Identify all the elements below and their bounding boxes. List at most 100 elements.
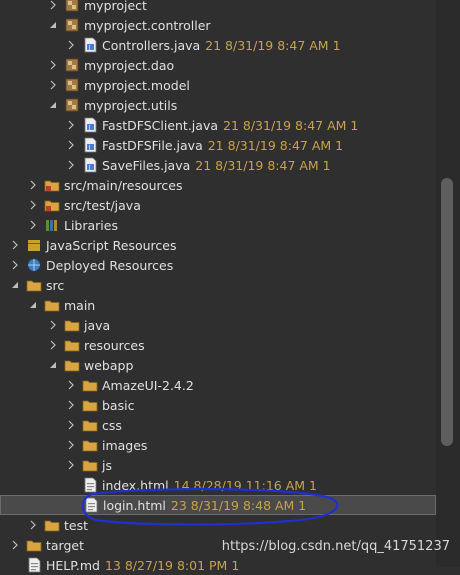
- tree-item-controllers-java[interactable]: J Controllers.java 21 8/31/19 8:47 AM 1: [0, 35, 436, 55]
- tree-item-savefiles-java[interactable]: J SaveFiles.java 21 8/31/19 8:47 AM 1: [0, 155, 436, 175]
- tree-item-myproject-utils[interactable]: myproject.utils: [0, 95, 436, 115]
- collapsed-arrow-icon[interactable]: [64, 398, 78, 412]
- collapsed-arrow-icon[interactable]: [64, 458, 78, 472]
- vertical-scrollbar[interactable]: [436, 0, 460, 567]
- tree-item-java[interactable]: java: [0, 315, 436, 335]
- tree-item-src[interactable]: src: [0, 275, 436, 295]
- tree-item-js[interactable]: js: [0, 455, 436, 475]
- collapsed-arrow-icon[interactable]: [64, 438, 78, 452]
- collapsed-arrow-icon[interactable]: [8, 258, 22, 272]
- tree-item-webapp[interactable]: webapp: [0, 355, 436, 375]
- collapsed-arrow-icon[interactable]: [46, 338, 60, 352]
- collapsed-arrow-icon[interactable]: [26, 518, 40, 532]
- svg-text:J: J: [88, 44, 91, 51]
- collapsed-arrow-icon[interactable]: [46, 58, 60, 72]
- collapsed-arrow-icon[interactable]: [26, 198, 40, 212]
- tree-item-myproject-controller[interactable]: myproject.controller: [0, 15, 436, 35]
- tree-item-css[interactable]: css: [0, 415, 436, 435]
- project-explorer-tree[interactable]: myproject myproject.controller J Controller…: [0, 0, 436, 573]
- tree-item-login-html[interactable]: login.html 23 8/31/19 8:48 AM 1: [0, 495, 436, 515]
- deployed-resources-icon: [26, 257, 42, 273]
- expanded-arrow-icon[interactable]: [46, 98, 60, 112]
- collapsed-arrow-icon[interactable]: [64, 158, 78, 172]
- tree-item-label: src/test/java: [64, 197, 141, 213]
- tree-item-amazeui-2-4-2[interactable]: AmazeUI-2.4.2: [0, 375, 436, 395]
- tree-item-label: myproject.controller: [84, 17, 211, 33]
- tree-item-resources[interactable]: resources: [0, 335, 436, 355]
- collapsed-arrow-icon[interactable]: [46, 78, 60, 92]
- expanded-arrow-icon[interactable]: [26, 298, 40, 312]
- tree-item-main[interactable]: main: [0, 295, 436, 315]
- folder-icon: [64, 317, 80, 333]
- package-icon: [64, 0, 80, 13]
- collapsed-arrow-icon[interactable]: [46, 0, 60, 12]
- tree-item-myproject-dao[interactable]: myproject.dao: [0, 55, 436, 75]
- source-folder-icon: [44, 197, 60, 213]
- folder-icon: [82, 397, 98, 413]
- tree-item-label: Deployed Resources: [46, 257, 174, 273]
- expanded-arrow-icon[interactable]: [46, 358, 60, 372]
- tree-item-fastdfsclient-java[interactable]: J FastDFSClient.java 21 8/31/19 8:47 AM 1: [0, 115, 436, 135]
- tree-item-label: myproject: [84, 0, 147, 13]
- scrollbar-thumb[interactable]: [441, 178, 453, 446]
- tree-item-deployed-resources[interactable]: Deployed Resources: [0, 255, 436, 275]
- folder-icon: [26, 537, 42, 553]
- revision-info: 13 8/27/19 8:01 PM 1: [104, 557, 240, 573]
- tree-item-fastdfsfile-java[interactable]: J FastDFSFile.java 21 8/31/19 8:47 AM 1: [0, 135, 436, 155]
- folder-icon: [26, 277, 42, 293]
- md-file-icon: [26, 557, 42, 573]
- collapsed-arrow-icon[interactable]: [8, 238, 22, 252]
- tree-item-label: resources: [84, 337, 145, 353]
- tree-item-label: AmazeUI-2.4.2: [102, 377, 194, 393]
- tree-item-src-test-java[interactable]: src/test/java: [0, 195, 436, 215]
- tree-item-label: css: [102, 417, 122, 433]
- tree-item-images[interactable]: images: [0, 435, 436, 455]
- folder-icon: [44, 297, 60, 313]
- tree-item-myproject-model[interactable]: myproject.model: [0, 75, 436, 95]
- tree-item-test[interactable]: test: [0, 515, 436, 535]
- tree-item-label: webapp: [84, 357, 134, 373]
- tree-item-label: Libraries: [64, 217, 118, 233]
- collapsed-arrow-icon[interactable]: [26, 178, 40, 192]
- js-resources-icon: [26, 237, 42, 253]
- folder-icon: [64, 357, 80, 373]
- java-file-icon: J: [82, 157, 98, 173]
- expanded-arrow-icon[interactable]: [8, 278, 22, 292]
- collapsed-arrow-icon[interactable]: [46, 318, 60, 332]
- revision-info: 14 8/28/19 11:16 AM 1: [173, 477, 317, 493]
- collapsed-arrow-icon[interactable]: [64, 378, 78, 392]
- revision-info: 21 8/31/19 8:47 AM 1: [207, 137, 344, 153]
- tree-item-label: basic: [102, 397, 135, 413]
- tree-item-label: FastDFSClient.java: [102, 117, 218, 133]
- revision-info: 21 8/31/19 8:47 AM 1: [195, 157, 331, 173]
- revision-info: 21 8/31/19 8:47 AM 1: [223, 117, 359, 133]
- collapsed-arrow-icon[interactable]: [26, 218, 40, 232]
- tree-item-myproject[interactable]: myproject: [0, 0, 436, 15]
- tree-item-src-main-resources[interactable]: src/main/resources: [0, 175, 436, 195]
- expanded-arrow-icon[interactable]: [46, 18, 60, 32]
- svg-text:J: J: [88, 144, 91, 151]
- tree-item-label: images: [102, 437, 148, 453]
- svg-text:J: J: [88, 124, 91, 131]
- tree-item-index-html[interactable]: index.html 14 8/28/19 11:16 AM 1: [0, 475, 436, 495]
- tree-item-javascript-resources[interactable]: JavaScript Resources: [0, 235, 436, 255]
- collapsed-arrow-icon[interactable]: [64, 118, 78, 132]
- collapsed-arrow-icon[interactable]: [64, 38, 78, 52]
- tree-item-label: JavaScript Resources: [46, 237, 177, 253]
- collapsed-arrow-icon[interactable]: [64, 418, 78, 432]
- tree-item-basic[interactable]: basic: [0, 395, 436, 415]
- html-file-icon: [83, 497, 99, 513]
- tree-item-label: test: [64, 517, 89, 533]
- folder-icon: [64, 337, 80, 353]
- java-file-icon: J: [82, 117, 98, 133]
- tree-item-label: Controllers.java: [102, 37, 201, 53]
- tree-item-label: myproject.utils: [84, 97, 178, 113]
- svg-text:J: J: [88, 164, 91, 171]
- tree-item-libraries[interactable]: Libraries: [0, 215, 436, 235]
- collapsed-arrow-icon[interactable]: [8, 538, 22, 552]
- tree-item-help-md[interactable]: HELP.md 13 8/27/19 8:01 PM 1: [0, 555, 436, 575]
- collapsed-arrow-icon[interactable]: [64, 138, 78, 152]
